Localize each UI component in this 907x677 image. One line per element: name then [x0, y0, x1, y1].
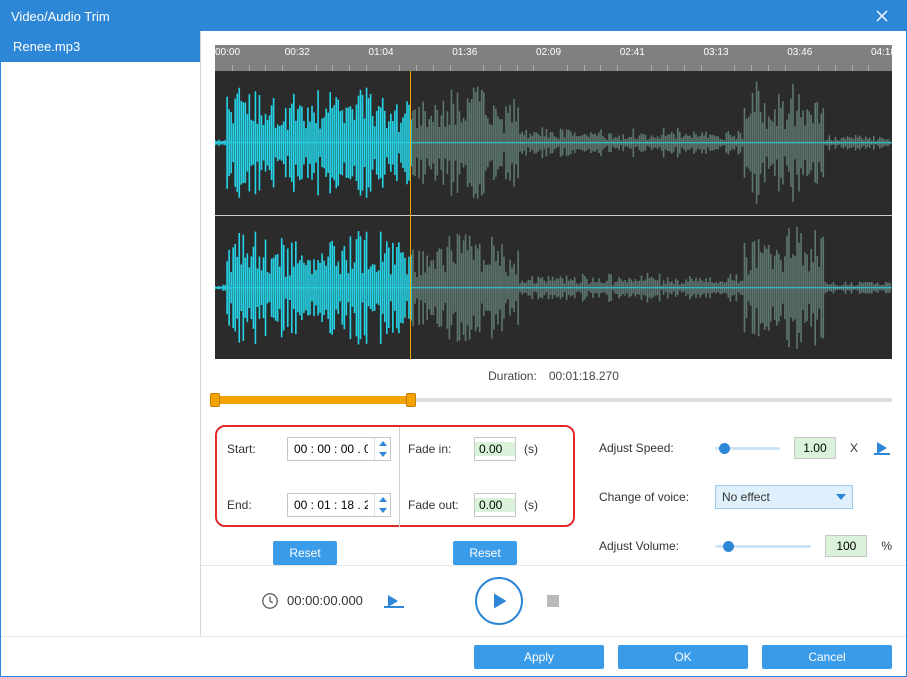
playback-position: 00:00:00.000 [287, 593, 363, 608]
seek-button[interactable] [383, 592, 405, 610]
play-icon [384, 593, 404, 609]
fade-out-field[interactable] [475, 498, 515, 512]
clock-icon [261, 592, 279, 610]
fade-in-field[interactable] [475, 442, 515, 456]
speed-slider[interactable] [715, 441, 780, 455]
fade-out-label: Fade out: [408, 498, 466, 512]
playback-time: 00:00:00.000 [261, 592, 363, 610]
chevron-down-icon [836, 494, 846, 500]
play-icon [489, 591, 509, 611]
reset-fade-button[interactable]: Reset [453, 541, 517, 565]
waveform-channel-left [215, 71, 892, 215]
ruler-tick: 03:46 [787, 47, 812, 58]
playback-bar: 00:00:00.000 [201, 565, 906, 635]
trim-handle-start[interactable] [210, 393, 220, 407]
voice-select[interactable]: No effect [715, 485, 853, 509]
duration-value: 00:01:18.270 [549, 369, 619, 383]
group-divider [399, 427, 400, 527]
cancel-button[interactable]: Cancel [762, 645, 892, 669]
end-time-input[interactable] [287, 493, 391, 517]
play-button[interactable] [475, 577, 523, 625]
speed-value[interactable] [794, 437, 836, 459]
sidebar-item-file[interactable]: Renee.mp3 [1, 31, 200, 62]
trim-fade-group: Start: End: [215, 425, 575, 527]
title-bar: Video/Audio Trim [1, 1, 906, 31]
fade-out-input[interactable] [474, 493, 516, 517]
start-time-field[interactable] [288, 442, 374, 456]
ruler-tick: 04:18 [871, 47, 896, 58]
speed-unit: X [850, 441, 858, 455]
ruler-tick: 00:32 [285, 47, 310, 58]
timeline-ruler[interactable]: 00:00 00:32 01:04 01:36 02:09 02:41 03:13 03:46… [215, 45, 892, 71]
window: Video/Audio Trim Renee.mp3 00:00 00:32 01:… [0, 0, 907, 677]
trim-handle-end[interactable] [406, 393, 416, 407]
window-title: Video/Audio Trim [11, 9, 868, 24]
volume-label: Adjust Volume: [599, 539, 701, 553]
ruler-tick: 01:04 [369, 47, 394, 58]
footer: Apply OK Cancel [1, 636, 906, 676]
speed-label: Adjust Speed: [599, 441, 701, 455]
play-icon [874, 440, 890, 456]
reset-trim-button[interactable]: Reset [273, 541, 337, 565]
fade-out-unit: (s) [524, 498, 538, 512]
start-time-input[interactable] [287, 437, 391, 461]
main-panel: 00:00 00:32 01:04 01:36 02:09 02:41 03:13 03:46… [201, 31, 906, 636]
fade-in-unit: (s) [524, 442, 538, 456]
waveform-area[interactable] [215, 71, 892, 359]
voice-value: No effect [722, 490, 770, 504]
start-time-stepper[interactable] [374, 438, 390, 460]
waveform-channel-right [215, 216, 892, 360]
duration-row: Duration: 00:01:18.270 [215, 359, 892, 389]
start-label: Start: [227, 442, 279, 456]
stepper-down-icon[interactable] [375, 449, 390, 460]
voice-label: Change of voice: [599, 490, 701, 504]
apply-button[interactable]: Apply [474, 645, 604, 669]
end-time-stepper[interactable] [374, 494, 390, 516]
ruler-tick: 02:09 [536, 47, 561, 58]
volume-unit: % [881, 539, 892, 553]
end-label: End: [227, 498, 279, 512]
duration-label: Duration: [488, 369, 537, 383]
preview-speed-button[interactable] [872, 438, 892, 458]
ruler-tick: 00:00 [215, 47, 240, 58]
ok-button[interactable]: OK [618, 645, 748, 669]
close-button[interactable] [868, 2, 896, 30]
stop-button[interactable] [543, 591, 563, 611]
controls-row: Start: End: [215, 425, 892, 565]
stepper-down-icon[interactable] [375, 505, 390, 516]
file-sidebar: Renee.mp3 [1, 31, 201, 636]
volume-value[interactable] [825, 535, 867, 557]
volume-slider[interactable] [715, 539, 811, 553]
fade-in-label: Fade in: [408, 442, 466, 456]
ruler-tick: 01:36 [452, 47, 477, 58]
stop-icon [547, 595, 559, 607]
ruler-tick: 02:41 [620, 47, 645, 58]
trim-selection [215, 396, 411, 404]
ruler-tick: 03:13 [704, 47, 729, 58]
stepper-up-icon[interactable] [375, 494, 390, 505]
fade-in-input[interactable] [474, 437, 516, 461]
stepper-up-icon[interactable] [375, 438, 390, 449]
close-icon [876, 10, 888, 22]
sidebar-item-label: Renee.mp3 [13, 39, 80, 54]
end-time-field[interactable] [288, 498, 374, 512]
trim-range-bar[interactable] [215, 393, 892, 407]
